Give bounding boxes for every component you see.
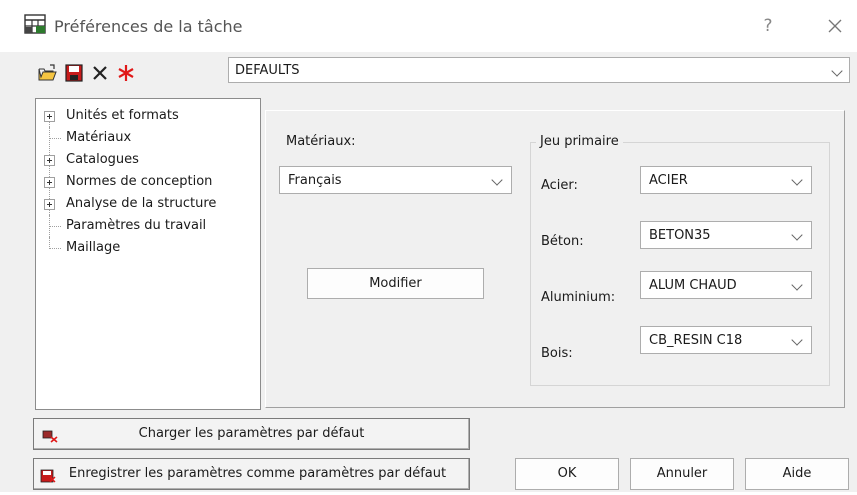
tree-item-label: Normes de conception (66, 174, 213, 189)
expand-icon[interactable] (44, 199, 55, 210)
primary-set-title: Jeu primaire (536, 134, 623, 149)
aluminium-label: Aluminium: (541, 290, 616, 305)
materials-database-value: Français (288, 173, 342, 188)
load-defaults-label: Charger les paramètres par défaut (138, 426, 365, 441)
tree-item-materials[interactable]: Matériaux (36, 127, 260, 149)
cancel-button[interactable]: Annuler (630, 458, 734, 490)
tree-branch-line (49, 127, 61, 139)
tree-item-job-parameters[interactable]: Paramètres du travail (36, 215, 260, 237)
expand-icon[interactable] (44, 177, 55, 188)
aluminium-select[interactable]: ALUM CHAUD (640, 271, 812, 299)
timber-select[interactable]: CB_RESIN C18 (640, 326, 812, 354)
preferences-tree: Unités et formats Matériaux Catalogues N… (35, 98, 261, 410)
concrete-value: BETON35 (649, 228, 711, 243)
tree-item-label: Unités et formats (66, 108, 179, 123)
steel-value: ACIER (649, 173, 688, 188)
steel-label: Acier: (541, 178, 578, 193)
help-icon[interactable]: ? (756, 14, 780, 38)
save-defaults-icon (40, 465, 56, 483)
chevron-down-icon (791, 229, 803, 241)
open-folder-icon[interactable] (38, 63, 58, 83)
load-defaults-button[interactable]: Charger les paramètres par défaut (33, 418, 470, 450)
tree-item-catalogs[interactable]: Catalogues (36, 149, 260, 171)
load-defaults-icon (42, 425, 58, 443)
steel-select[interactable]: ACIER (640, 166, 812, 194)
tree-branch-line (49, 237, 61, 249)
tree-item-structure-analysis[interactable]: Analyse de la structure (36, 193, 260, 215)
tree-item-meshing[interactable]: Maillage (36, 237, 260, 259)
title-bar: Préférences de la tâche ? (0, 0, 857, 52)
concrete-select[interactable]: BETON35 (640, 221, 812, 249)
help-button[interactable]: Aide (745, 458, 849, 490)
timber-value: CB_RESIN C18 (649, 333, 743, 348)
tree-item-label: Analyse de la structure (66, 196, 217, 211)
tree-item-label: Paramètres du travail (66, 218, 207, 233)
timber-label: Bois: (541, 346, 573, 361)
expand-icon[interactable] (44, 155, 55, 166)
window-title: Préférences de la tâche (54, 17, 243, 36)
chevron-down-icon (831, 65, 843, 77)
chevron-down-icon (791, 279, 803, 291)
delete-icon[interactable] (90, 63, 110, 83)
save-as-defaults-label: Enregistrer les paramètres comme paramèt… (68, 466, 447, 481)
tree-item-label: Matériaux (66, 130, 132, 145)
task-preferences-dialog: Préférences de la tâche ? DEFAULTS Unité… (0, 0, 857, 492)
expand-icon[interactable] (44, 111, 55, 122)
save-as-defaults-button[interactable]: Enregistrer les paramètres comme paramèt… (33, 458, 470, 490)
close-icon[interactable] (822, 13, 848, 39)
concrete-label: Béton: (541, 234, 584, 249)
tree-item-design-codes[interactable]: Normes de conception (36, 171, 260, 193)
save-icon[interactable] (64, 63, 84, 83)
configuration-select[interactable]: DEFAULTS (228, 57, 850, 83)
chevron-down-icon (791, 334, 803, 346)
materials-database-select[interactable]: Français (279, 166, 512, 194)
materials-label: Matériaux: (286, 134, 356, 149)
ok-button[interactable]: OK (515, 458, 619, 490)
toolbar (38, 62, 136, 84)
tree-item-label: Catalogues (66, 152, 139, 167)
tree-item-units-formats[interactable]: Unités et formats (36, 105, 260, 127)
tree-branch-line (49, 215, 61, 227)
tree-item-label: Maillage (66, 240, 121, 255)
reset-star-icon[interactable] (116, 63, 136, 83)
configuration-select-value: DEFAULTS (235, 63, 300, 78)
modify-button[interactable]: Modifier (307, 268, 484, 299)
chevron-down-icon (491, 174, 503, 186)
chevron-down-icon (791, 174, 803, 186)
aluminium-value: ALUM CHAUD (649, 278, 737, 293)
task-preferences-icon (24, 14, 46, 34)
